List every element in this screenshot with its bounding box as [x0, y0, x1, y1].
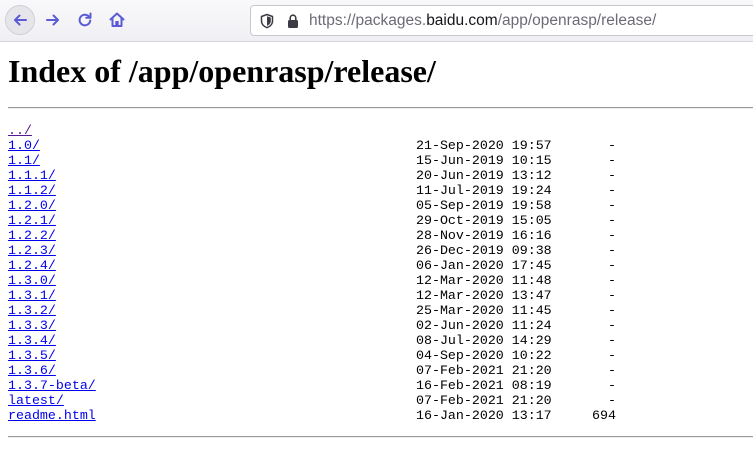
url-path: /app/openrasp/release/ — [497, 12, 657, 29]
file-link[interactable]: 1.3.0/ — [8, 273, 56, 288]
file-link[interactable]: 1.2.4/ — [8, 258, 56, 273]
url-prefix: https://packages. — [309, 12, 427, 29]
url-host: baidu.com — [426, 12, 498, 29]
modified-date: 21-Sep-2020 19:57 — [416, 138, 552, 153]
file-link[interactable]: ../ — [8, 123, 32, 138]
file-size: - — [608, 393, 616, 408]
modified-date: 16-Jan-2020 13:17 — [416, 408, 552, 423]
forward-button[interactable] — [38, 5, 68, 35]
file-size: 694 — [592, 408, 616, 423]
page-title: Index of /app/openrasp/release/ — [8, 53, 436, 89]
file-link[interactable]: 1.3.5/ — [8, 348, 56, 363]
file-link[interactable]: 1.3.4/ — [8, 333, 56, 348]
file-size: - — [608, 348, 616, 363]
file-link[interactable]: 1.3.2/ — [8, 303, 56, 318]
modified-date: 20-Jun-2019 13:12 — [416, 168, 552, 183]
reload-icon — [78, 12, 92, 27]
browser-toolbar: https://packages.baidu.com/app/openrasp/… — [0, 0, 753, 42]
file-link[interactable]: 1.2.2/ — [8, 228, 56, 243]
modified-date: 06-Jan-2020 17:45 — [416, 258, 552, 273]
address-bar[interactable]: https://packages.baidu.com/app/openrasp/… — [250, 5, 753, 36]
file-link[interactable]: 1.2.3/ — [8, 243, 56, 258]
modified-date: 11-Jul-2019 19:24 — [416, 183, 552, 198]
file-link[interactable]: 1.1.1/ — [8, 168, 56, 183]
file-link[interactable]: 1.3.1/ — [8, 288, 56, 303]
file-link[interactable]: 1.0/ — [8, 138, 40, 153]
arrow-left-icon — [14, 14, 27, 26]
modified-date: 15-Jun-2019 10:15 — [416, 153, 552, 168]
modified-date: 16-Feb-2021 08:19 — [416, 378, 552, 393]
modified-date: 25-Mar-2020 11:45 — [416, 303, 552, 318]
file-size: - — [608, 183, 616, 198]
modified-date: 07-Feb-2021 21:20 — [416, 393, 552, 408]
file-link[interactable]: 1.1.2/ — [8, 183, 56, 198]
file-size: - — [608, 168, 616, 183]
file-link[interactable]: 1.3.6/ — [8, 363, 56, 378]
bottom-divider — [8, 436, 753, 438]
file-size: - — [608, 378, 616, 393]
modified-date: 07-Feb-2021 21:20 — [416, 363, 552, 378]
modified-date: 12-Mar-2020 11:48 — [416, 273, 552, 288]
reload-button[interactable] — [70, 5, 100, 35]
file-link[interactable]: latest/ — [8, 393, 64, 408]
file-size: - — [608, 318, 616, 333]
file-link[interactable]: 1.1/ — [8, 153, 40, 168]
modified-date: 04-Sep-2020 10:22 — [416, 348, 552, 363]
home-icon — [109, 12, 125, 27]
file-size: - — [608, 273, 616, 288]
file-link[interactable]: 1.3.7-beta/ — [8, 378, 96, 393]
file-link[interactable]: readme.html — [8, 408, 96, 423]
modified-date: 02-Jun-2020 11:24 — [416, 318, 552, 333]
file-size: - — [608, 303, 616, 318]
modified-date: 29-Oct-2019 15:05 — [416, 213, 552, 228]
tracking-protection-shield-icon[interactable] — [259, 13, 275, 29]
modified-date: 26-Dec-2019 09:38 — [416, 243, 552, 258]
file-link[interactable]: 1.3.3/ — [8, 318, 56, 333]
file-size: - — [608, 258, 616, 273]
file-size: - — [608, 138, 616, 153]
url-text[interactable]: https://packages.baidu.com/app/openrasp/… — [309, 6, 656, 35]
back-button[interactable] — [5, 5, 35, 35]
file-link[interactable]: 1.2.0/ — [8, 198, 56, 213]
arrow-right-icon — [46, 14, 59, 26]
file-size: - — [608, 213, 616, 228]
modified-date: 05-Sep-2019 19:58 — [416, 198, 552, 213]
top-divider — [8, 107, 753, 109]
modified-date: 28-Nov-2019 16:16 — [416, 228, 552, 243]
file-size: - — [608, 228, 616, 243]
lock-icon[interactable] — [286, 13, 300, 29]
file-size: - — [608, 198, 616, 213]
modified-date: 12-Mar-2020 13:47 — [416, 288, 552, 303]
file-size: - — [608, 288, 616, 303]
modified-date: 08-Jul-2020 14:29 — [416, 333, 552, 348]
file-size: - — [608, 363, 616, 378]
file-size: - — [608, 333, 616, 348]
file-size: - — [608, 153, 616, 168]
file-link[interactable]: 1.2.1/ — [8, 213, 56, 228]
home-button[interactable] — [102, 5, 132, 35]
file-size: - — [608, 243, 616, 258]
